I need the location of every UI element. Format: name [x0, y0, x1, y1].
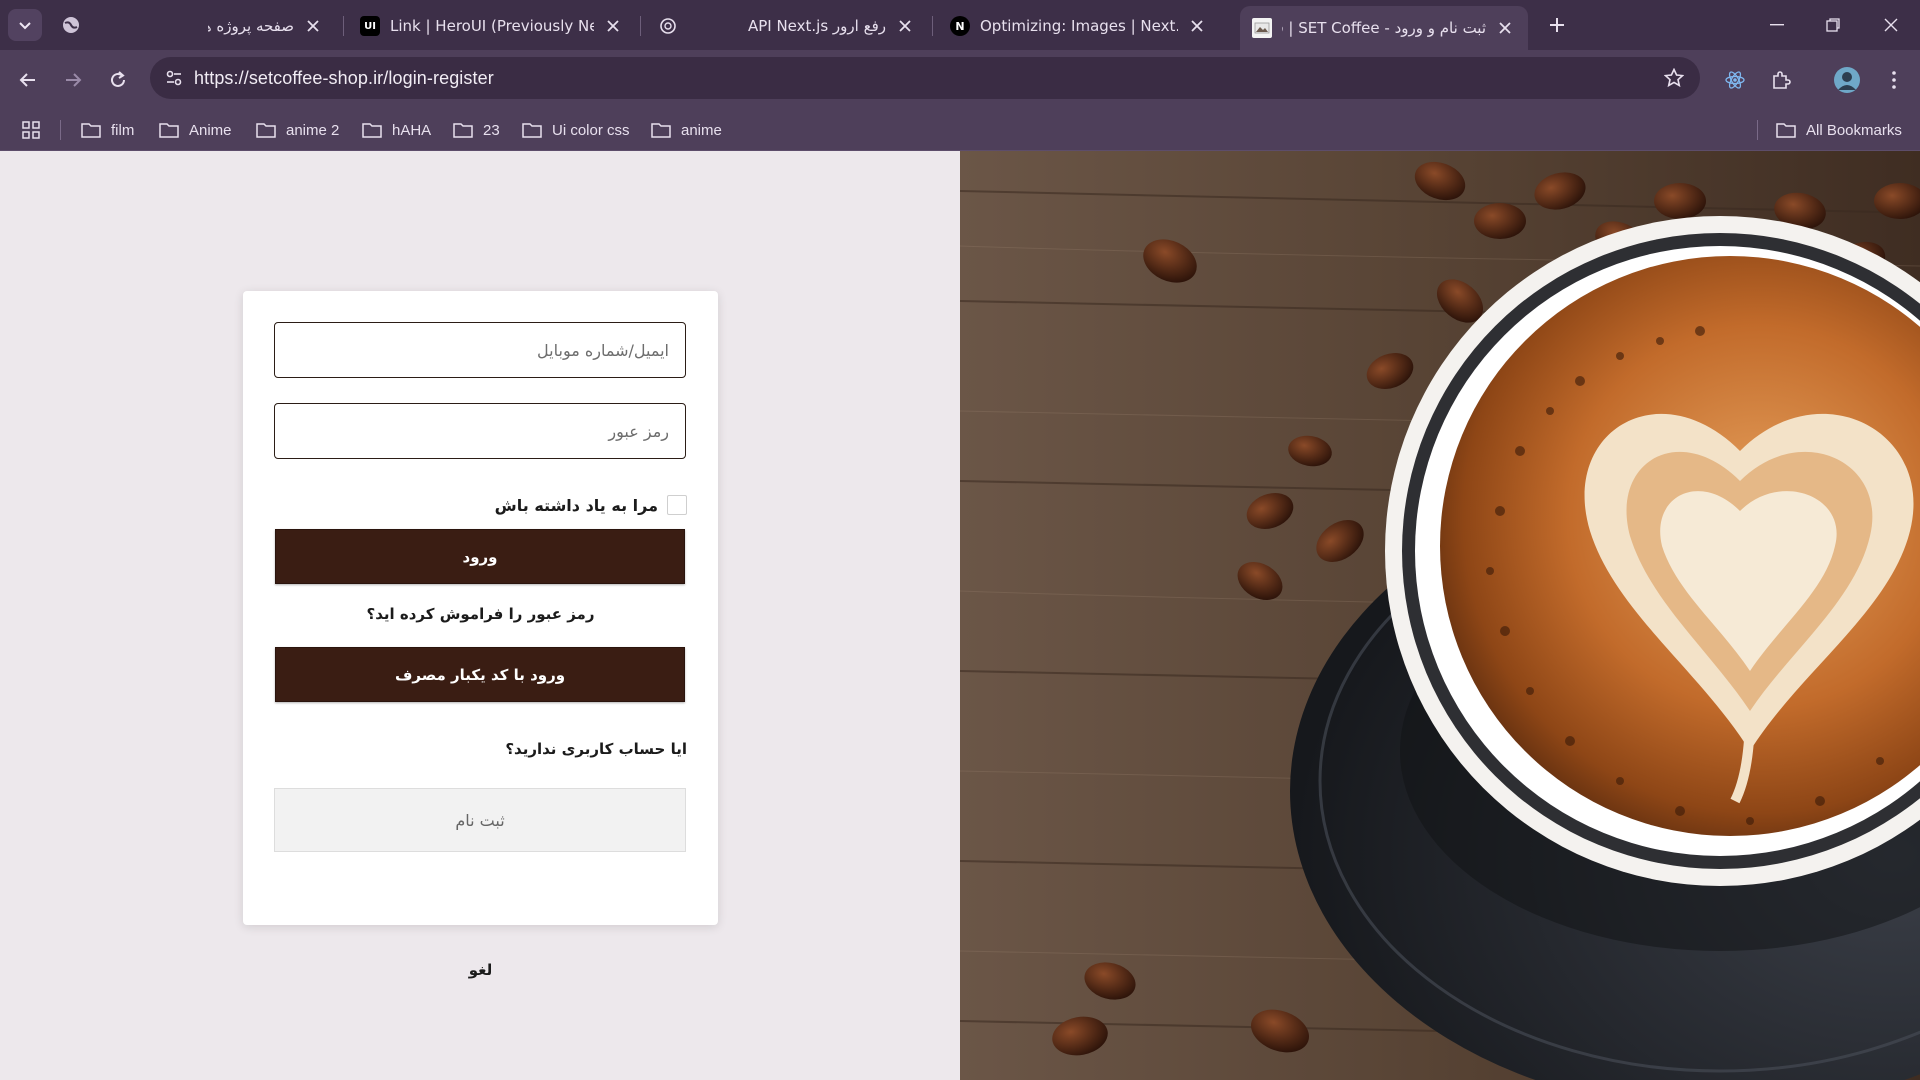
bookmark-label: Anime [189, 121, 232, 139]
globe-icon[interactable] [56, 10, 86, 40]
forward-button[interactable] [55, 62, 91, 98]
site-info-icon[interactable] [154, 57, 194, 99]
bookmark-folder-ui-color-css[interactable]: Ui color css [522, 115, 630, 145]
email-field[interactable] [274, 322, 686, 378]
url-text[interactable]: https://setcoffee-shop.ir/login-register [194, 68, 494, 89]
tab-title: Link | HeroUI (Previously NextUI) [390, 17, 594, 35]
folder-icon [256, 121, 278, 139]
forgot-password-label: رمز عبور را فراموش کرده اید؟ [366, 605, 595, 623]
folder-icon [453, 121, 475, 139]
folder-icon [522, 121, 544, 139]
remember-me-checkbox[interactable] [667, 495, 687, 515]
bookmark-label: hAHA [392, 121, 432, 139]
login-pane: مرا به یاد داشته باش ورود رمز عبور را فر… [0, 151, 960, 1080]
bookmark-folder-haha[interactable]: hAHA [362, 115, 431, 145]
restore-icon [1826, 18, 1840, 32]
bookmark-folder-anime-2[interactable]: anime 2 [256, 115, 339, 145]
register-button[interactable]: ثبت نام [274, 788, 686, 852]
cancel-link[interactable]: لغو [243, 961, 718, 979]
close-icon [1884, 18, 1898, 32]
minimize-button[interactable] [1752, 6, 1802, 44]
react-devtools-icon[interactable] [1717, 62, 1753, 98]
nextjs-logo-icon: N [950, 16, 970, 36]
restore-button[interactable] [1808, 6, 1858, 44]
password-input[interactable] [275, 404, 685, 458]
heroui-logo-icon: UI [360, 16, 380, 36]
tab-separator [343, 16, 344, 36]
bookmark-label: Ui color css [552, 121, 630, 139]
bookmark-folder-23[interactable]: 23 [453, 115, 500, 145]
web-page: مرا به یاد داشته باش ورود رمز عبور را فر… [0, 151, 1920, 1080]
browser-toolbar: https://setcoffee-shop.ir/login-register [0, 50, 1920, 108]
tab-separator [932, 16, 933, 36]
password-field[interactable] [274, 403, 686, 459]
tab-title: رفع ارور API Next.js [747, 17, 886, 35]
tab-title: Optimizing: Images | Next.js [980, 17, 1178, 35]
tab-separator [640, 16, 641, 36]
forgot-password-link[interactable]: رمز عبور را فراموش کرده اید؟ [243, 605, 718, 623]
folder-icon [1776, 121, 1798, 139]
close-icon[interactable] [602, 15, 624, 37]
site-favicon-icon [1252, 18, 1272, 38]
tab-search-button[interactable] [8, 9, 42, 41]
otp-login-button[interactable]: ورود با کد یکبار مصرف [275, 647, 685, 702]
tab-title: صفحه پروژه ها [208, 17, 294, 35]
bookmark-folder-anime-lower[interactable]: anime [651, 115, 722, 145]
apps-grid-icon[interactable] [18, 117, 44, 143]
bookmark-folder-film[interactable]: film [81, 115, 134, 145]
arrow-left-icon [19, 73, 35, 87]
tab-set-coffee[interactable]: ثبت نام و ورود - SET Coffee | فرو [1240, 6, 1528, 50]
kebab-menu-icon[interactable] [1876, 62, 1912, 98]
bookmarks-bar: film Anime anime 2 hAHA 23 Ui color css … [0, 108, 1920, 151]
back-button[interactable] [10, 62, 46, 98]
tab-projects[interactable]: صفحه پروژه ها [196, 6, 336, 46]
star-icon[interactable] [1662, 66, 1686, 90]
close-icon[interactable] [302, 15, 324, 37]
tab-nextjs-images[interactable]: N Optimizing: Images | Next.js [938, 6, 1220, 46]
bookmark-label: 23 [483, 121, 500, 139]
folder-icon [362, 121, 384, 139]
all-bookmarks-label: All Bookmarks [1806, 121, 1902, 139]
arrow-right-icon [66, 73, 82, 87]
address-bar[interactable]: https://setcoffee-shop.ir/login-register [150, 57, 1700, 99]
login-button[interactable]: ورود [275, 529, 685, 584]
reload-icon [111, 71, 125, 87]
close-icon[interactable] [1494, 17, 1516, 39]
minimize-icon [1770, 24, 1784, 26]
close-icon[interactable] [894, 15, 916, 37]
profile-avatar[interactable] [1829, 62, 1865, 98]
tab-title: ثبت نام و ورود - SET Coffee | فرو [1282, 19, 1486, 37]
folder-icon [159, 121, 181, 139]
no-account-text: ایا حساب کاربری ندارید؟ [505, 740, 687, 758]
openai-logo-icon [658, 16, 678, 36]
bookmark-label: anime 2 [286, 121, 340, 139]
bookmark-label: film [111, 121, 135, 139]
plus-icon [1550, 18, 1564, 32]
close-icon[interactable] [1186, 15, 1208, 37]
new-tab-button[interactable] [1542, 10, 1572, 40]
reload-button[interactable] [100, 62, 136, 98]
remember-me-label: مرا به یاد داشته باش [494, 495, 658, 515]
folder-icon [651, 121, 673, 139]
tab-strip: صفحه پروژه ها UI Link | HeroUI (Previous… [0, 0, 1920, 50]
bookmark-folder-anime[interactable]: Anime [159, 115, 232, 145]
coffee-cup-illustration [960, 151, 1920, 1080]
puzzle-icon[interactable] [1763, 62, 1799, 98]
coffee-hero-image [960, 151, 1920, 1080]
bookmark-divider [60, 120, 61, 140]
close-window-button[interactable] [1866, 6, 1916, 44]
folder-icon [81, 121, 103, 139]
cancel-label: لغو [468, 961, 493, 979]
email-input[interactable] [275, 323, 685, 377]
tab-heroui[interactable]: UI Link | HeroUI (Previously NextUI) [348, 6, 636, 46]
bookmark-label: anime [681, 121, 722, 139]
all-bookmarks-button[interactable]: All Bookmarks [1776, 115, 1902, 145]
chevron-down-icon [19, 22, 31, 30]
remember-me[interactable]: مرا به یاد داشته باش [495, 493, 687, 517]
login-card: مرا به یاد داشته باش ورود رمز عبور را فر… [243, 291, 718, 925]
bookmark-divider [1757, 120, 1758, 140]
tab-nextjs-error[interactable]: رفع ارور API Next.js [646, 6, 928, 46]
